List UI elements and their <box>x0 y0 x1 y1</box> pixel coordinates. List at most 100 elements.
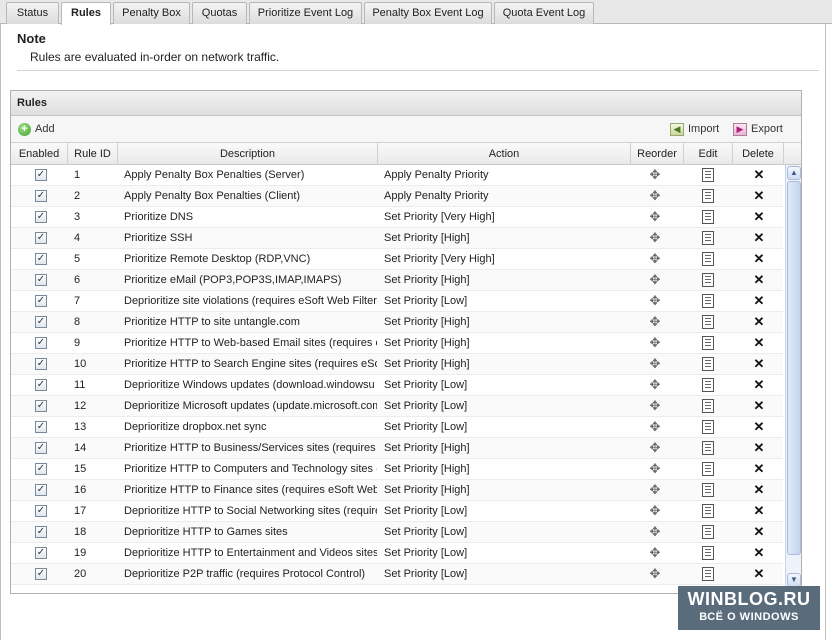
table-row[interactable]: ✓ 17 Deprioritize HTTP to Social Networkin… <box>11 501 783 522</box>
vertical-scrollbar[interactable]: ▲ ▼ <box>785 165 801 589</box>
enabled-checkbox[interactable]: ✓ <box>35 169 47 181</box>
enabled-checkbox[interactable]: ✓ <box>35 316 47 328</box>
move-arrows-icon[interactable]: ✥ <box>648 462 662 476</box>
tab-quotas[interactable]: Quotas <box>192 2 247 24</box>
table-row[interactable]: ✓ 14 Prioritize HTTP to Business/Services … <box>11 438 783 459</box>
tab-penalty-box[interactable]: Penalty Box <box>113 2 190 24</box>
delete-x-icon[interactable]: ✕ <box>753 461 765 477</box>
move-arrows-icon[interactable]: ✥ <box>648 252 662 266</box>
tab-quota-event-log[interactable]: Quota Event Log <box>494 2 594 24</box>
move-arrows-icon[interactable]: ✥ <box>648 378 662 392</box>
enabled-checkbox[interactable]: ✓ <box>35 295 47 307</box>
edit-document-icon[interactable] <box>702 462 714 476</box>
scroll-up-icon[interactable]: ▲ <box>787 166 801 180</box>
column-header-action[interactable]: Action <box>378 143 631 165</box>
enabled-checkbox[interactable]: ✓ <box>35 442 47 454</box>
move-arrows-icon[interactable]: ✥ <box>648 357 662 371</box>
delete-x-icon[interactable]: ✕ <box>753 377 765 393</box>
table-row[interactable]: ✓ 15 Prioritize HTTP to Computers and Tech… <box>11 459 783 480</box>
edit-document-icon[interactable] <box>702 336 714 350</box>
edit-document-icon[interactable] <box>702 378 714 392</box>
enabled-checkbox[interactable]: ✓ <box>35 400 47 412</box>
column-header-reorder[interactable]: Reorder <box>631 143 684 165</box>
table-row[interactable]: ✓ 9 Prioritize HTTP to Web-based Email sit… <box>11 333 783 354</box>
move-arrows-icon[interactable]: ✥ <box>648 504 662 518</box>
column-header-enabled[interactable]: Enabled <box>11 143 68 165</box>
delete-x-icon[interactable]: ✕ <box>753 167 765 183</box>
delete-x-icon[interactable]: ✕ <box>753 314 765 330</box>
table-row[interactable]: ✓ 12 Deprioritize Microsoft updates (updat… <box>11 396 783 417</box>
edit-document-icon[interactable] <box>702 273 714 287</box>
enabled-checkbox[interactable]: ✓ <box>35 526 47 538</box>
move-arrows-icon[interactable]: ✥ <box>648 441 662 455</box>
table-row[interactable]: ✓ 4 Prioritize SSH Set Priority [High] ✥ ✕ <box>11 228 783 249</box>
move-arrows-icon[interactable]: ✥ <box>648 525 662 539</box>
delete-x-icon[interactable]: ✕ <box>753 503 765 519</box>
edit-document-icon[interactable] <box>702 399 714 413</box>
enabled-checkbox[interactable]: ✓ <box>35 421 47 433</box>
edit-document-icon[interactable] <box>702 546 714 560</box>
edit-document-icon[interactable] <box>702 189 714 203</box>
edit-document-icon[interactable] <box>702 420 714 434</box>
move-arrows-icon[interactable]: ✥ <box>648 273 662 287</box>
move-arrows-icon[interactable]: ✥ <box>648 546 662 560</box>
table-row[interactable]: ✓ 7 Deprioritize site violations (requires… <box>11 291 783 312</box>
enabled-checkbox[interactable]: ✓ <box>35 232 47 244</box>
move-arrows-icon[interactable]: ✥ <box>648 315 662 329</box>
table-row[interactable]: ✓ 13 Deprioritize dropbox.net sync Set Prio… <box>11 417 783 438</box>
delete-x-icon[interactable]: ✕ <box>753 419 765 435</box>
edit-document-icon[interactable] <box>702 483 714 497</box>
tab-prioritize-event-log[interactable]: Prioritize Event Log <box>249 2 362 24</box>
enabled-checkbox[interactable]: ✓ <box>35 547 47 559</box>
edit-document-icon[interactable] <box>702 210 714 224</box>
delete-x-icon[interactable]: ✕ <box>753 482 765 498</box>
table-row[interactable]: ✓ 8 Prioritize HTTP to site untangle.com Se… <box>11 312 783 333</box>
enabled-checkbox[interactable]: ✓ <box>35 358 47 370</box>
delete-x-icon[interactable]: ✕ <box>753 545 765 561</box>
edit-document-icon[interactable] <box>702 294 714 308</box>
tab-penalty-box-event-log[interactable]: Penalty Box Event Log <box>364 2 492 24</box>
column-header-delete[interactable]: Delete <box>733 143 784 165</box>
add-button[interactable]: + Add <box>18 121 55 138</box>
table-row[interactable]: ✓ 19 Deprioritize HTTP to Entertainment an… <box>11 543 783 564</box>
table-row[interactable]: ✓ 20 Deprioritize P2P traffic (requires Pr… <box>11 564 783 585</box>
edit-document-icon[interactable] <box>702 252 714 266</box>
delete-x-icon[interactable]: ✕ <box>753 209 765 225</box>
move-arrows-icon[interactable]: ✥ <box>648 420 662 434</box>
table-row[interactable]: ✓ 6 Prioritize eMail (POP3,POP3S,IMAP,IMAP… <box>11 270 783 291</box>
tab-rules[interactable]: Rules <box>61 2 111 25</box>
move-arrows-icon[interactable]: ✥ <box>648 189 662 203</box>
edit-document-icon[interactable] <box>702 315 714 329</box>
move-arrows-icon[interactable]: ✥ <box>648 294 662 308</box>
column-header-edit[interactable]: Edit <box>684 143 733 165</box>
delete-x-icon[interactable]: ✕ <box>753 293 765 309</box>
delete-x-icon[interactable]: ✕ <box>753 440 765 456</box>
enabled-checkbox[interactable]: ✓ <box>35 568 47 580</box>
edit-document-icon[interactable] <box>702 231 714 245</box>
column-header-rule-id[interactable]: Rule ID <box>68 143 118 165</box>
edit-document-icon[interactable] <box>702 357 714 371</box>
delete-x-icon[interactable]: ✕ <box>753 398 765 414</box>
export-button[interactable]: ▶ Export <box>733 121 783 138</box>
delete-x-icon[interactable]: ✕ <box>753 524 765 540</box>
move-arrows-icon[interactable]: ✥ <box>648 336 662 350</box>
edit-document-icon[interactable] <box>702 441 714 455</box>
move-arrows-icon[interactable]: ✥ <box>648 399 662 413</box>
table-row[interactable]: ✓ 11 Deprioritize Windows updates (downloa… <box>11 375 783 396</box>
enabled-checkbox[interactable]: ✓ <box>35 484 47 496</box>
move-arrows-icon[interactable]: ✥ <box>648 231 662 245</box>
table-row[interactable]: ✓ 10 Prioritize HTTP to Search Engine site… <box>11 354 783 375</box>
table-row[interactable]: ✓ 2 Apply Penalty Box Penalties (Client) Ap… <box>11 186 783 207</box>
import-button[interactable]: ◀ Import <box>670 121 719 138</box>
enabled-checkbox[interactable]: ✓ <box>35 190 47 202</box>
delete-x-icon[interactable]: ✕ <box>753 566 765 582</box>
delete-x-icon[interactable]: ✕ <box>753 251 765 267</box>
scroll-down-icon[interactable]: ▼ <box>787 573 801 587</box>
delete-x-icon[interactable]: ✕ <box>753 335 765 351</box>
enabled-checkbox[interactable]: ✓ <box>35 211 47 223</box>
enabled-checkbox[interactable]: ✓ <box>35 463 47 475</box>
move-arrows-icon[interactable]: ✥ <box>648 567 662 581</box>
table-row[interactable]: ✓ 3 Prioritize DNS Set Priority [Very High]… <box>11 207 783 228</box>
table-row[interactable]: ✓ 1 Apply Penalty Box Penalties (Server) Ap… <box>11 165 783 186</box>
edit-document-icon[interactable] <box>702 525 714 539</box>
